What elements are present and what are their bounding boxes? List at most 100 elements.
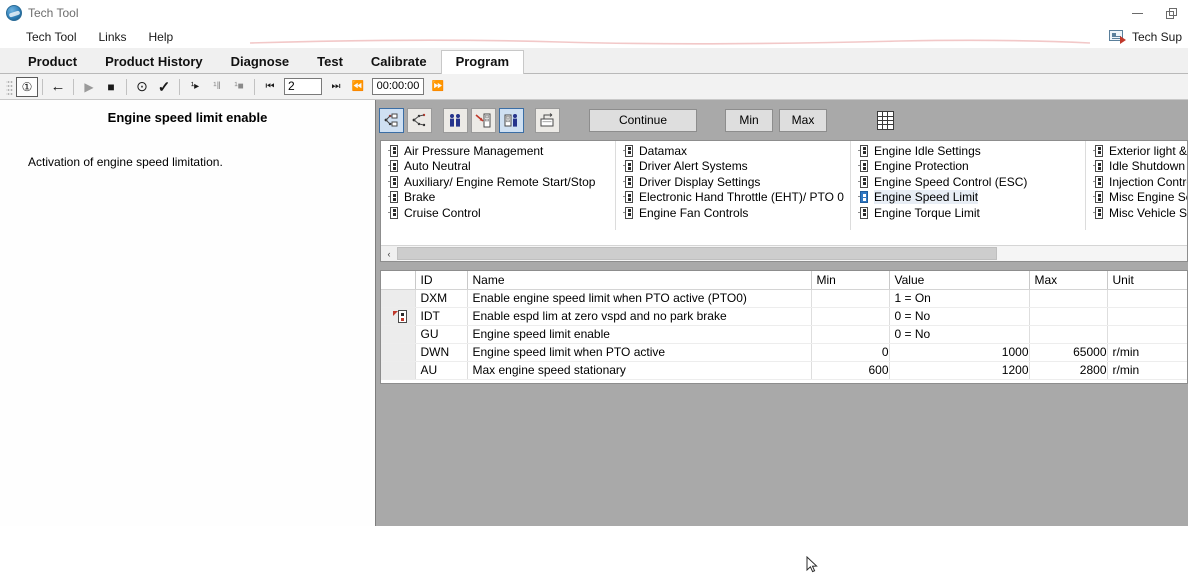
first-record-button[interactable]: ⏮: [259, 77, 281, 97]
row-max: [1029, 289, 1107, 307]
column-header-status[interactable]: [381, 271, 415, 289]
column-header-max[interactable]: Max: [1029, 271, 1107, 289]
group-item-engine-idle-settings[interactable]: Engine Idle Settings: [854, 143, 1085, 159]
tab-test[interactable]: Test: [303, 51, 357, 73]
group-item-label: Engine Fan Controls: [639, 206, 748, 220]
parameter-group-icon: [1093, 160, 1104, 172]
min-button[interactable]: Min: [725, 109, 773, 132]
changed-parameter-icon: [393, 310, 407, 323]
column-header-id[interactable]: ID: [415, 271, 467, 289]
row-name: Engine speed limit when PTO active: [467, 343, 811, 361]
group-item-engine-speed-limit[interactable]: Engine Speed Limit: [854, 190, 1085, 206]
menu-item-tech-tool[interactable]: Tech Tool: [16, 28, 86, 46]
group-item-engine-torque-limit[interactable]: Engine Torque Limit: [854, 205, 1085, 221]
show-all-parameters-button[interactable]: [379, 108, 404, 133]
tech-support-link[interactable]: Tech Sup: [1109, 26, 1182, 48]
tag-button[interactable]: ⊙: [131, 77, 153, 97]
row-value[interactable]: 1000: [889, 343, 1029, 361]
group-item-engine-fan-controls[interactable]: Engine Fan Controls: [619, 205, 850, 221]
table-row[interactable]: IDT Enable espd lim at zero vspd and no …: [381, 307, 1187, 325]
tab-program[interactable]: Program: [441, 50, 524, 74]
table-row[interactable]: DXM Enable engine speed limit when PTO a…: [381, 289, 1187, 307]
toolbar-grip[interactable]: [6, 79, 13, 95]
last-record-button[interactable]: ⏭: [325, 77, 347, 97]
group-item-air-pressure-management[interactable]: Air Pressure Management: [384, 143, 615, 159]
group-item-driver-display-settings[interactable]: Driver Display Settings: [619, 174, 850, 190]
restore-button[interactable]: [1154, 0, 1188, 26]
group-item-label: Driver Display Settings: [639, 175, 760, 189]
scroll-left-arrow-icon[interactable]: ‹: [381, 246, 397, 261]
group-item-misc-vehicle-settings[interactable]: Misc Vehicle Sett: [1089, 205, 1188, 221]
row-id: DWN: [415, 343, 467, 361]
table-row[interactable]: AU Max engine speed stationary 600 1200 …: [381, 361, 1187, 379]
group-item-engine-protection[interactable]: Engine Protection: [854, 159, 1085, 175]
tech-tool-globe-icon: [6, 5, 22, 21]
tab-product[interactable]: Product: [14, 51, 91, 73]
column-header-unit[interactable]: Unit: [1107, 271, 1187, 289]
tab-product-history[interactable]: Product History: [91, 51, 217, 73]
open-file-button[interactable]: [535, 108, 560, 133]
row-value[interactable]: 0 = No: [889, 307, 1029, 325]
minimize-button[interactable]: [1120, 0, 1154, 26]
row-value[interactable]: 1 = On: [889, 289, 1029, 307]
table-row[interactable]: GU Engine speed limit enable 0 = No: [381, 325, 1187, 343]
stop-button[interactable]: ■: [100, 77, 122, 97]
group-item-label: Injection Control: [1109, 175, 1188, 189]
main-tab-strip: Product Product History Diagnose Test Ca…: [0, 48, 1188, 74]
parameter-group-icon: [1093, 191, 1104, 203]
step-pause-button[interactable]: ¹‖: [206, 77, 228, 97]
back-arrow-button[interactable]: ←: [47, 77, 69, 97]
compare-parameters-button[interactable]: [443, 108, 468, 133]
row-value[interactable]: 1200: [889, 361, 1029, 379]
row-status-cell[interactable]: [381, 343, 415, 361]
tab-diagnose[interactable]: Diagnose: [217, 51, 304, 73]
step-play-button[interactable]: ¹▸: [184, 77, 206, 97]
group-item-misc-engine-settings[interactable]: Misc Engine Setti: [1089, 190, 1188, 206]
parameter-group-icon: [388, 191, 399, 203]
row-status-cell[interactable]: [381, 361, 415, 379]
step-number-input[interactable]: 2: [284, 78, 322, 95]
group-item-injection-control[interactable]: Injection Control: [1089, 174, 1188, 190]
row-id: AU: [415, 361, 467, 379]
restore-icon: [1166, 8, 1177, 19]
max-button[interactable]: Max: [779, 109, 827, 132]
tab-calibrate[interactable]: Calibrate: [357, 51, 441, 73]
column-header-min[interactable]: Min: [811, 271, 889, 289]
row-status-cell[interactable]: [381, 325, 415, 343]
menu-item-help[interactable]: Help: [139, 28, 184, 46]
group-item-driver-alert-systems[interactable]: Driver Alert Systems: [619, 159, 850, 175]
scroll-track[interactable]: [397, 246, 1187, 261]
rewind-button[interactable]: ⏪: [347, 77, 369, 97]
step-stop-button[interactable]: ¹■: [228, 77, 250, 97]
group-item-cruise-control[interactable]: Cruise Control: [384, 205, 615, 221]
table-row[interactable]: DWN Engine speed limit when PTO active 0…: [381, 343, 1187, 361]
group-item-datamax[interactable]: Datamax: [619, 143, 850, 159]
row-status-cell[interactable]: [381, 289, 415, 307]
group-item-auto-neutral[interactable]: Auto Neutral: [384, 159, 615, 175]
table-grid-icon[interactable]: [877, 111, 894, 130]
group-item-auxiliary-engine-remote-start-stop[interactable]: Auxiliary/ Engine Remote Start/Stop: [384, 174, 615, 190]
group-item-electronic-hand-throttle[interactable]: Electronic Hand Throttle (EHT)/ PTO 0: [619, 190, 850, 206]
group-horizontal-scrollbar[interactable]: ‹: [381, 245, 1187, 261]
group-item-idle-shutdown[interactable]: Idle Shutdown [In: [1089, 159, 1188, 175]
group-item-label: Engine Idle Settings: [874, 144, 981, 158]
menu-item-links[interactable]: Links: [88, 28, 136, 46]
group-item-brake[interactable]: Brake: [384, 190, 615, 206]
check-button[interactable]: ✓: [153, 77, 175, 97]
import-parameters-button[interactable]: [471, 108, 496, 133]
row-name: Max engine speed stationary: [467, 361, 811, 379]
elapsed-time-display[interactable]: 00:00:00: [372, 78, 424, 95]
show-changed-parameters-button[interactable]: [407, 108, 432, 133]
play-button[interactable]: ▶: [78, 77, 100, 97]
column-header-value[interactable]: Value: [889, 271, 1029, 289]
fast-forward-button[interactable]: ⏩: [427, 77, 449, 97]
info-button[interactable]: ①: [16, 77, 38, 97]
row-status-cell[interactable]: [381, 307, 415, 325]
export-parameters-button[interactable]: [499, 108, 524, 133]
continue-button[interactable]: Continue: [589, 109, 697, 132]
column-header-name[interactable]: Name: [467, 271, 811, 289]
scroll-thumb[interactable]: [397, 247, 997, 260]
group-item-exterior-light-and-heating[interactable]: Exterior light & He: [1089, 143, 1188, 159]
row-value[interactable]: 0 = No: [889, 325, 1029, 343]
group-item-engine-speed-control-esc[interactable]: Engine Speed Control (ESC): [854, 174, 1085, 190]
